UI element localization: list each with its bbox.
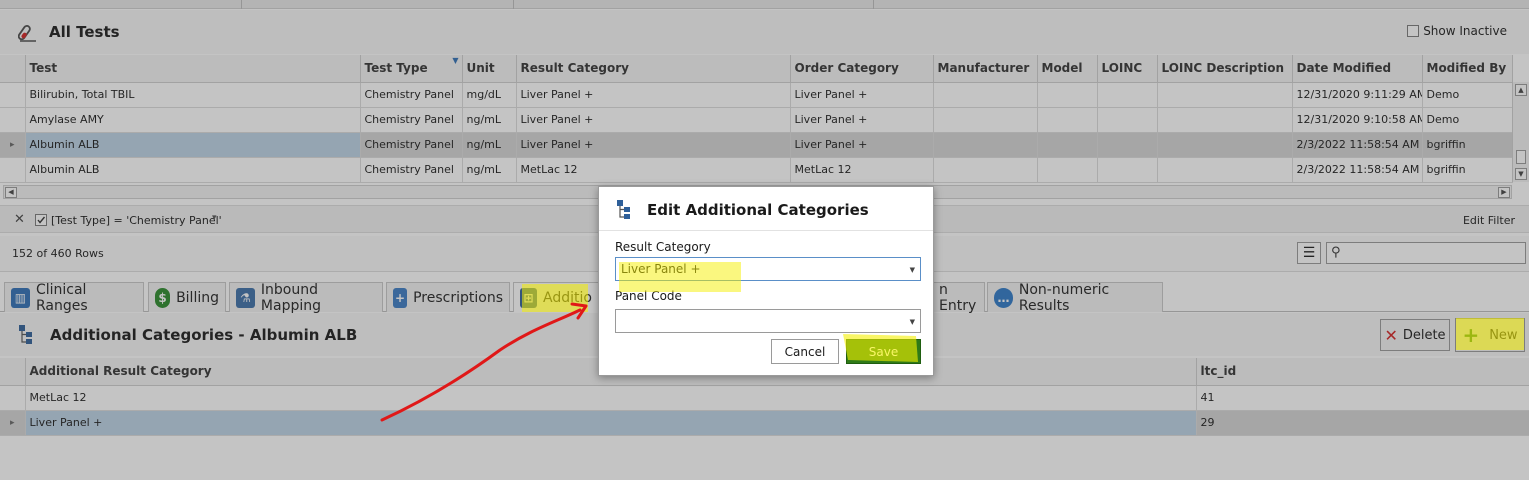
- result-category-value: Liver Panel +: [621, 262, 701, 276]
- result-category-select[interactable]: Liver Panel + ▼: [615, 257, 921, 281]
- chevron-down-icon: ▼: [909, 266, 915, 274]
- edit-additional-categories-dialog: Edit Additional Categories Result Catego…: [598, 186, 934, 376]
- dialog-title: Edit Additional Categories: [647, 201, 869, 219]
- result-category-label: Result Category: [615, 240, 711, 254]
- panel-code-select[interactable]: ▼: [615, 309, 921, 333]
- chevron-down-icon: ▼: [909, 318, 915, 326]
- panel-code-label: Panel Code: [615, 289, 682, 303]
- cancel-button[interactable]: Cancel: [771, 339, 839, 364]
- hierarchy-icon: [617, 200, 630, 219]
- save-button[interactable]: Save: [846, 339, 921, 364]
- dialog-header: Edit Additional Categories: [599, 187, 933, 231]
